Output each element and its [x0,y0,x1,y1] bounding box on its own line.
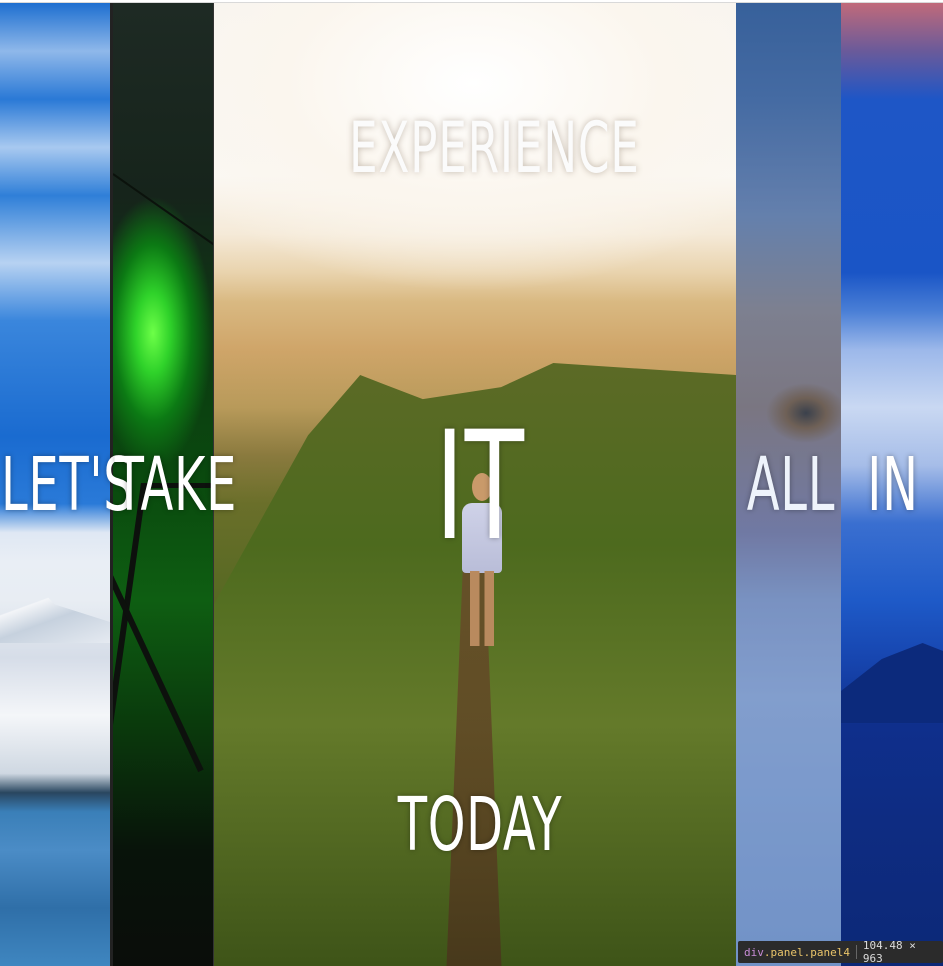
power-line [113,173,213,256]
word-it: IT [435,400,525,574]
distant-hill [841,643,943,723]
word-today: TODAY [397,782,563,868]
word-all: ALL [746,442,836,528]
word-take: TAKE [114,442,238,528]
snowy-mountain-shape [0,573,110,643]
word-experience: EXPERIENCE [349,107,640,189]
tooltip-dimensions: 104.48 × 963 [862,939,916,965]
word-in: IN [867,442,919,528]
tooltip-tag: div [744,945,764,959]
hiker-legs [470,571,494,646]
word-lets: LET'S [0,442,135,528]
tooltip-divider [855,945,857,959]
devtools-element-tooltip: div .panel.panel4 104.48 × 963 [738,939,943,965]
tooltip-class: .panel.panel4 [763,945,850,959]
